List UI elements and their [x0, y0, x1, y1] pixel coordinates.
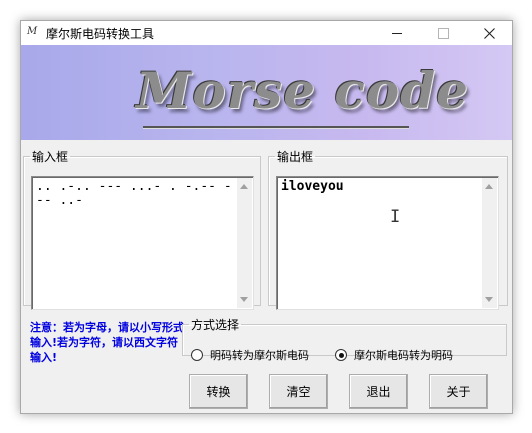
minimize-icon[interactable]	[374, 21, 420, 45]
output-group: 输出框 iloveyou	[268, 148, 508, 310]
scroll-down-icon[interactable]	[485, 297, 493, 302]
input-group: 输入框 .. .-.. --- ...- . -.-- --- ..-	[23, 148, 261, 310]
radio-label: 摩尔斯电码转为明码	[354, 349, 453, 362]
scroll-up-icon[interactable]	[485, 184, 493, 189]
text-cursor-icon: I	[390, 207, 401, 227]
note-text: 注意：若为字母，请以小写形式输入!若为字符，请以西文字符输入!	[30, 321, 184, 364]
output-text: iloveyou	[281, 179, 344, 194]
output-textarea[interactable]: iloveyou	[276, 176, 499, 310]
input-text: .. .-.. --- ...- . -.-- --- ..-	[36, 179, 232, 208]
close-icon[interactable]	[466, 21, 512, 45]
output-legend: 输出框	[277, 150, 314, 164]
clear-button[interactable]: 清空	[269, 374, 328, 409]
about-button[interactable]: 关于	[429, 374, 488, 409]
radio-plain-to-morse[interactable]: 明码转为摩尔斯电码	[191, 347, 309, 363]
output-scrollbar[interactable]	[482, 178, 497, 308]
app-window: M 摩尔斯电码转换工具 Morse code 输入框 .. .-.. --- .…	[20, 20, 513, 414]
exit-button[interactable]: 退出	[349, 374, 408, 409]
scroll-up-icon[interactable]	[240, 184, 248, 189]
radio-icon[interactable]	[191, 349, 203, 361]
scroll-down-icon[interactable]	[240, 297, 248, 302]
input-scrollbar[interactable]	[237, 178, 252, 308]
mode-legend: 方式选择	[191, 318, 240, 332]
maximize-icon[interactable]	[420, 21, 466, 45]
input-textarea[interactable]: .. .-.. --- ...- . -.-- --- ..-	[31, 176, 254, 310]
logo-underline	[143, 126, 409, 128]
morse-code-logo: Morse code	[136, 61, 469, 120]
title-bar[interactable]: M 摩尔斯电码转换工具	[21, 21, 512, 45]
mode-group: 方式选择 明码转为摩尔斯电码 摩尔斯电码转为明码	[182, 316, 507, 362]
radio-label: 明码转为摩尔斯电码	[210, 349, 309, 362]
radio-morse-to-plain[interactable]: 摩尔斯电码转为明码	[335, 347, 453, 363]
banner-image: Morse code	[21, 45, 512, 149]
window-title: 摩尔斯电码转换工具	[46, 27, 155, 41]
app-icon: M	[27, 26, 38, 37]
input-legend: 输入框	[32, 150, 69, 164]
radio-selected-icon[interactable]	[335, 349, 347, 361]
convert-button[interactable]: 转换	[189, 374, 248, 409]
